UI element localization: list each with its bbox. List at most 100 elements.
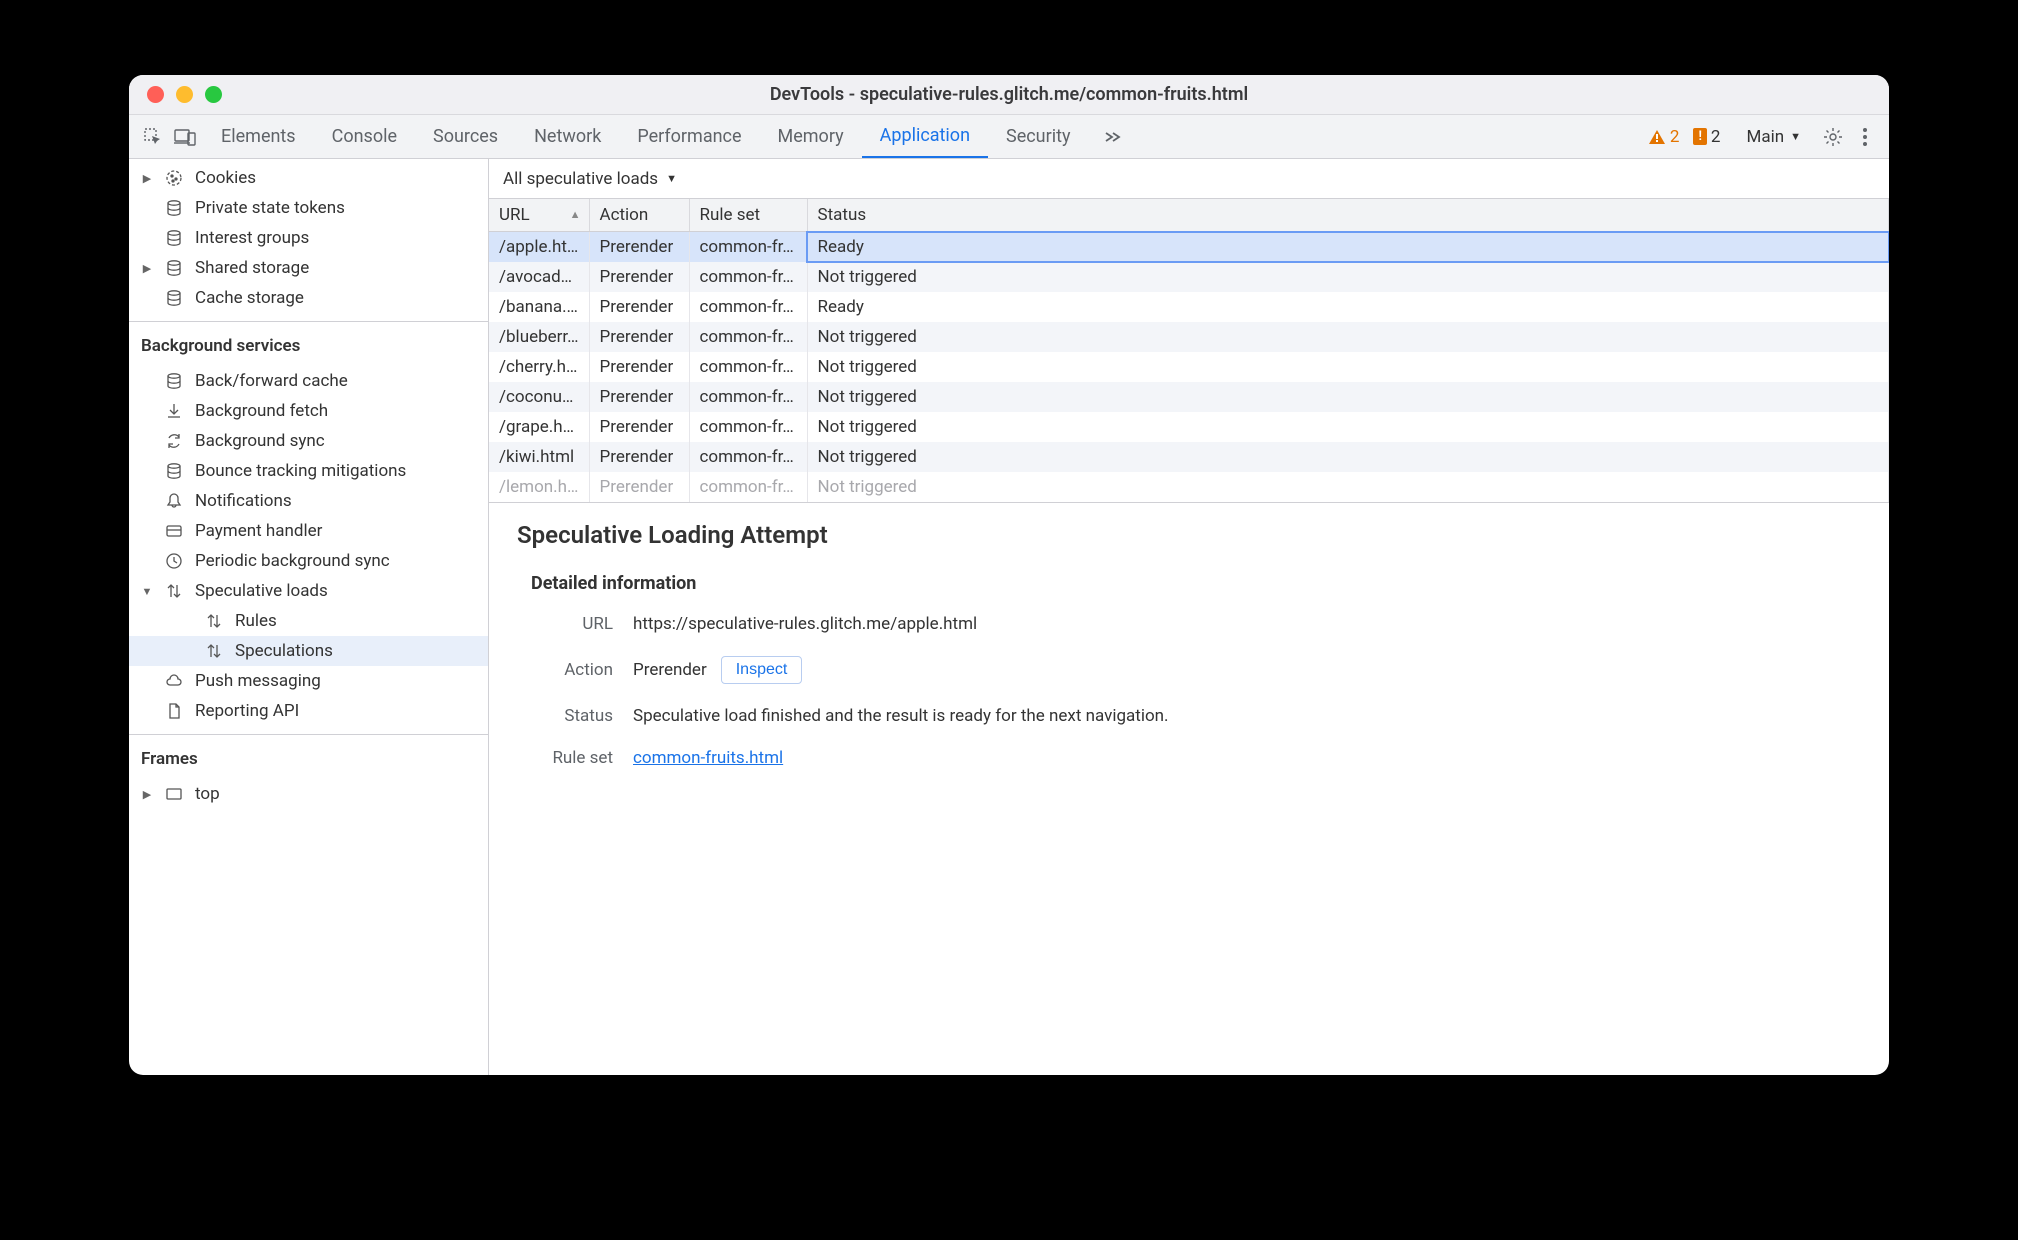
sidebar-item-label: Reporting API <box>195 701 299 721</box>
sidebar-item-label: Bounce tracking mitigations <box>195 461 406 481</box>
db-icon <box>163 462 185 480</box>
sidebar-item-interest-groups[interactable]: Interest groups <box>129 223 488 253</box>
sort-asc-icon: ▲ <box>570 208 581 221</box>
sidebar-item-notifications[interactable]: Notifications <box>129 486 488 516</box>
tab-elements[interactable]: Elements <box>203 115 314 158</box>
target-selector[interactable]: Main ▼ <box>1746 127 1801 147</box>
cell-url: /coconut… <box>489 382 589 412</box>
detail-status-value: Speculative load finished and the result… <box>633 706 1169 726</box>
cell-url: /cherry.h… <box>489 352 589 382</box>
sidebar-item-periodic-background-sync[interactable]: Periodic background sync <box>129 546 488 576</box>
details-panel: Speculative Loading Attempt Detailed inf… <box>489 503 1889 1075</box>
sync-icon <box>163 432 185 450</box>
cell-url: /kiwi.html <box>489 442 589 472</box>
detail-ruleset-link[interactable]: common-fruits.html <box>633 748 783 768</box>
sidebar-item-speculations[interactable]: Speculations <box>129 636 488 666</box>
filter-dropdown[interactable]: All speculative loads ▼ <box>489 159 1889 199</box>
zoom-window-button[interactable] <box>205 86 222 103</box>
cell-status: Not triggered <box>807 322 1889 352</box>
table-row[interactable]: /apple.htmlPrerendercommon-fr…Ready <box>489 232 1889 263</box>
sidebar-item-label: Periodic background sync <box>195 551 390 571</box>
sidebar-item-background-sync[interactable]: Background sync <box>129 426 488 456</box>
table-row[interactable]: /lemon.h…Prerendercommon-fr…Not triggere… <box>489 472 1889 502</box>
close-window-button[interactable] <box>147 86 164 103</box>
tab-console[interactable]: Console <box>314 115 415 158</box>
inspect-icon[interactable] <box>139 123 167 151</box>
sidebar-item-label: top <box>195 784 220 804</box>
cell-status: Not triggered <box>807 352 1889 382</box>
table-row[interactable]: /grape.htmlPrerendercommon-fr…Not trigge… <box>489 412 1889 442</box>
sidebar-item-cookies[interactable]: ▶Cookies <box>129 163 488 193</box>
sidebar-item-push-messaging[interactable]: Push messaging <box>129 666 488 696</box>
cloud-icon <box>163 672 185 690</box>
cell-ruleset: common-fr… <box>689 292 807 322</box>
table-row[interactable]: /banana.…Prerendercommon-fr…Ready <box>489 292 1889 322</box>
db-icon <box>163 199 185 217</box>
cell-ruleset: common-fr… <box>689 442 807 472</box>
cell-url: /banana.… <box>489 292 589 322</box>
tab-network[interactable]: Network <box>516 115 619 158</box>
cell-status: Not triggered <box>807 412 1889 442</box>
detail-ruleset-label: Rule set <box>531 748 613 768</box>
sidebar-item-shared-storage[interactable]: ▶Shared storage <box>129 253 488 283</box>
details-heading: Speculative Loading Attempt <box>517 521 1861 549</box>
sidebar-item-background-fetch[interactable]: Background fetch <box>129 396 488 426</box>
sidebar-item-label: Cookies <box>195 168 256 188</box>
download-icon <box>163 402 185 420</box>
sidebar-item-private-state-tokens[interactable]: Private state tokens <box>129 193 488 223</box>
column-header-rule-set[interactable]: Rule set <box>689 199 807 232</box>
sidebar-item-speculative-loads[interactable]: ▼Speculative loads <box>129 576 488 606</box>
minimize-window-button[interactable] <box>176 86 193 103</box>
sidebar-item-label: Speculations <box>235 641 333 661</box>
warnings-indicator[interactable]: 2 <box>1648 127 1680 147</box>
db-icon <box>163 229 185 247</box>
issue-count: 2 <box>1711 127 1721 147</box>
cell-url: /lemon.h… <box>489 472 589 502</box>
sidebar-item-label: Notifications <box>195 491 292 511</box>
cell-status: Not triggered <box>807 472 1889 502</box>
tab-performance[interactable]: Performance <box>619 115 759 158</box>
swap-icon <box>203 642 225 660</box>
swap-icon <box>203 612 225 630</box>
tab-security[interactable]: Security <box>988 115 1088 158</box>
tab-memory[interactable]: Memory <box>760 115 862 158</box>
sidebar-item-label: Cache storage <box>195 288 304 308</box>
column-header-url[interactable]: URL▲ <box>489 199 589 232</box>
device-icon[interactable] <box>171 123 199 151</box>
card-icon <box>163 522 185 540</box>
chevron-down-icon: ▼ <box>666 172 677 185</box>
sidebar-item-rules[interactable]: Rules <box>129 606 488 636</box>
table-row[interactable]: /blueberr…Prerendercommon-fr…Not trigger… <box>489 322 1889 352</box>
kebab-menu-button[interactable] <box>1851 123 1879 151</box>
sidebar-item-label: Private state tokens <box>195 198 345 218</box>
cell-action: Prerender <box>589 232 689 263</box>
chevron-down-icon: ▼ <box>1790 130 1801 143</box>
sidebar-item-label: Back/forward cache <box>195 371 348 391</box>
sidebar-item-back-forward-cache[interactable]: Back/forward cache <box>129 366 488 396</box>
table-row[interactable]: /cherry.h…Prerendercommon-fr…Not trigger… <box>489 352 1889 382</box>
sidebar-item-label: Background fetch <box>195 401 328 421</box>
issue-badge-icon: ! <box>1693 128 1706 145</box>
cell-url: /grape.html <box>489 412 589 442</box>
table-row[interactable]: /coconut…Prerendercommon-fr…Not triggere… <box>489 382 1889 412</box>
tab-sources[interactable]: Sources <box>415 115 516 158</box>
more-tabs-button[interactable] <box>1098 123 1126 151</box>
issues-indicator[interactable]: ! 2 <box>1693 127 1720 147</box>
cookies-icon <box>163 169 185 187</box>
table-row[interactable]: /avocad…Prerendercommon-fr…Not triggered <box>489 262 1889 292</box>
column-header-action[interactable]: Action <box>589 199 689 232</box>
sidebar-item-reporting-api[interactable]: Reporting API <box>129 696 488 726</box>
sidebar-item-payment-handler[interactable]: Payment handler <box>129 516 488 546</box>
settings-button[interactable] <box>1819 123 1847 151</box>
target-label: Main <box>1746 127 1784 147</box>
cell-ruleset: common-fr… <box>689 352 807 382</box>
tab-application[interactable]: Application <box>862 115 988 158</box>
sidebar-item-top[interactable]: ▶top <box>129 779 488 809</box>
sidebar-item-label: Speculative loads <box>195 581 328 601</box>
table-row[interactable]: /kiwi.htmlPrerendercommon-fr…Not trigger… <box>489 442 1889 472</box>
titlebar: DevTools - speculative-rules.glitch.me/c… <box>129 75 1889 115</box>
sidebar-item-cache-storage[interactable]: Cache storage <box>129 283 488 313</box>
column-header-status[interactable]: Status <box>807 199 1889 232</box>
inspect-button[interactable]: Inspect <box>721 656 803 684</box>
sidebar-item-bounce-tracking-mitigations[interactable]: Bounce tracking mitigations <box>129 456 488 486</box>
